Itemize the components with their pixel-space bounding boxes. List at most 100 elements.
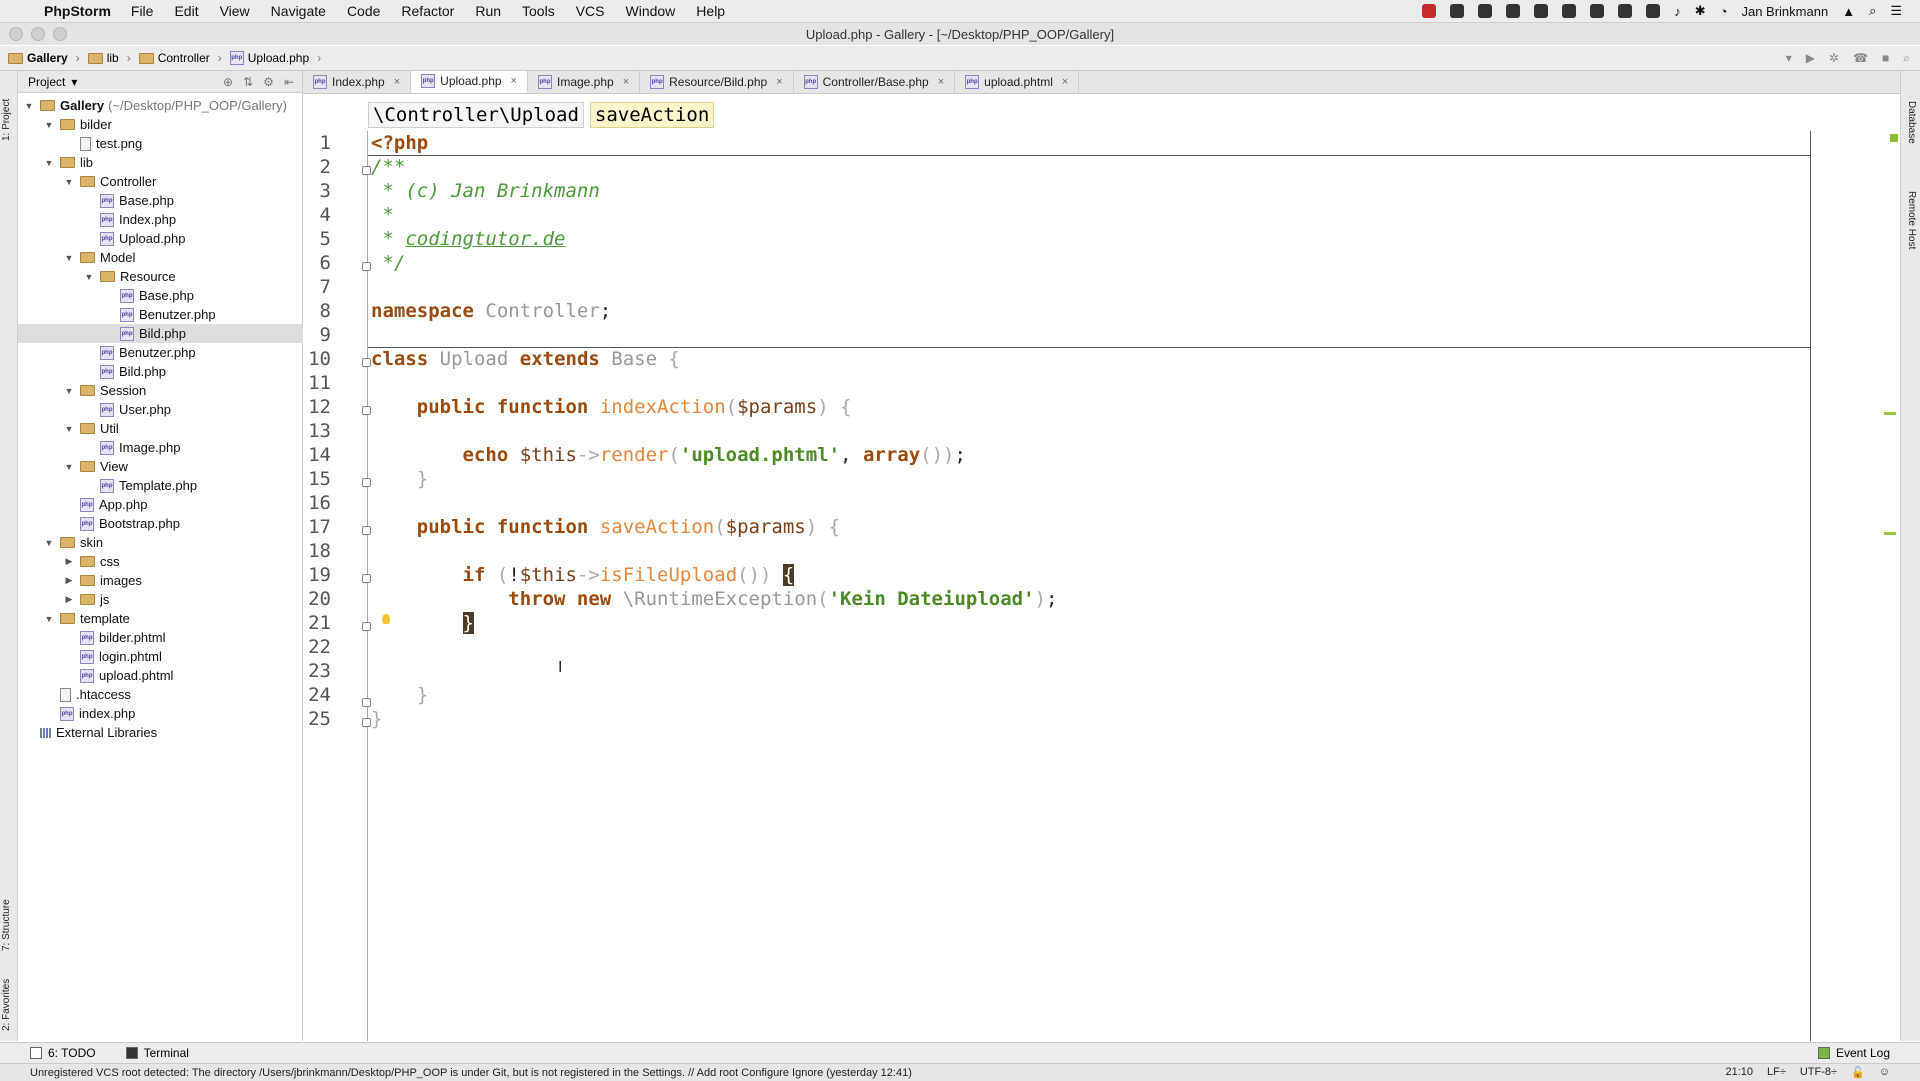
menu-code[interactable]: Code	[347, 3, 380, 19]
close-icon[interactable]: ×	[511, 75, 517, 87]
menu-tools[interactable]: Tools	[522, 3, 555, 19]
chevron-down-icon[interactable]: ▼	[64, 177, 74, 187]
editor-tab[interactable]: php Upload.php ×	[411, 71, 528, 93]
hector-icon[interactable]: ☺	[1879, 1066, 1890, 1079]
tree-item[interactable]: ▶ images	[64, 571, 142, 590]
fold-marker-icon[interactable]	[362, 262, 371, 271]
tree-item[interactable]: php Benutzer.php	[104, 305, 216, 324]
favorites-toolwindow-tab[interactable]: 2: Favorites	[1, 979, 12, 1031]
tree-item[interactable]: php index.php	[44, 704, 135, 723]
chevron-down-icon[interactable]: ▼	[24, 101, 34, 111]
menu-refactor[interactable]: Refactor	[401, 3, 454, 19]
app-menu[interactable]: PhpStorm	[44, 3, 111, 19]
line-number[interactable]: 7	[303, 275, 331, 299]
tree-item[interactable]: php User.php	[84, 400, 171, 419]
tree-item[interactable]: .htaccess	[44, 685, 131, 704]
scroll-from-source-icon[interactable]: ⊕	[223, 75, 233, 89]
tree-item[interactable]: ▶ css	[64, 552, 120, 571]
tree-item[interactable]: ▼ lib	[44, 153, 93, 172]
line-number[interactable]: 6	[303, 251, 331, 275]
menu-window[interactable]: Window	[626, 3, 676, 19]
record-icon[interactable]	[1422, 4, 1437, 18]
editor-tab[interactable]: php Resource/Bild.php ×	[640, 71, 794, 93]
line-number[interactable]: 3	[303, 179, 331, 203]
sync-icon[interactable]	[1478, 4, 1493, 18]
evernote-icon[interactable]	[1618, 4, 1633, 18]
project-toolwindow-tab[interactable]: 1: Project	[1, 99, 12, 141]
bluetooth-icon[interactable]: ✱	[1695, 3, 1706, 19]
line-number[interactable]: 13	[303, 419, 331, 443]
chevron-right-icon[interactable]: ▶	[64, 556, 74, 567]
tree-item[interactable]: ▼ Controller	[64, 172, 157, 191]
fold-marker-icon[interactable]	[362, 574, 371, 583]
line-number[interactable]: 20	[303, 587, 331, 611]
editor-tab[interactable]: php Image.php ×	[528, 71, 641, 93]
tree-item[interactable]: ▼ template	[44, 609, 130, 628]
fold-marker-icon[interactable]	[362, 718, 371, 727]
tree-item[interactable]: php Index.php	[84, 210, 176, 229]
line-number[interactable]: 21	[303, 611, 331, 635]
lock-icon[interactable]: 🔓	[1851, 1066, 1865, 1079]
menu-file[interactable]: File	[131, 3, 154, 19]
airplay-icon[interactable]: ▲	[1842, 4, 1855, 19]
event-log-tab[interactable]: Event Log	[1817, 1046, 1890, 1060]
scroll-marker[interactable]	[1884, 532, 1896, 535]
fold-marker-icon[interactable]	[362, 622, 371, 631]
line-separator[interactable]: LF÷	[1767, 1066, 1786, 1079]
close-icon[interactable]: ×	[1062, 76, 1068, 88]
tree-item[interactable]: php Base.php	[84, 191, 174, 210]
line-number[interactable]: 1	[303, 131, 331, 155]
chevron-down-icon[interactable]: ▼	[64, 424, 74, 434]
tree-item[interactable]: php Bootstrap.php	[64, 514, 180, 533]
fold-marker-icon[interactable]	[362, 406, 371, 415]
tree-root[interactable]: ▼ Gallery (~/Desktop/PHP_OOP/Gallery)	[24, 96, 287, 115]
volume-icon[interactable]: ♪	[1674, 4, 1681, 19]
tree-item[interactable]: External Libraries	[24, 723, 157, 742]
line-number[interactable]: 14	[303, 443, 331, 467]
line-number[interactable]: 11	[303, 371, 331, 395]
notifications-icon[interactable]: ☰	[1890, 3, 1902, 19]
tree-item[interactable]: php Bild.php	[84, 362, 166, 381]
tree-item[interactable]: ▼ Util	[64, 419, 119, 438]
todo-tab[interactable]: 6: TODO	[30, 1046, 96, 1060]
search-icon[interactable]: ⌕	[1903, 51, 1910, 66]
editor-tab[interactable]: php upload.phtml ×	[955, 71, 1080, 93]
line-number[interactable]: 2	[303, 155, 331, 179]
fold-marker-icon[interactable]	[362, 166, 371, 175]
project-view-selector[interactable]: Project	[28, 75, 65, 89]
structure-toolwindow-tab[interactable]: 7: Structure	[1, 899, 12, 951]
chevron-down-icon[interactable]: ▾	[71, 75, 77, 89]
chevron-down-icon[interactable]: ▼	[84, 272, 94, 282]
menu-run[interactable]: Run	[475, 3, 501, 19]
tree-item[interactable]: ▼ bilder	[44, 115, 112, 134]
scroll-marker[interactable]	[1884, 412, 1896, 415]
chevron-down-icon[interactable]: ▼	[64, 253, 74, 263]
fold-marker-icon[interactable]	[362, 478, 371, 487]
editor-tab[interactable]: php Index.php ×	[303, 71, 412, 93]
run-config-dropdown[interactable]: ▾	[1786, 51, 1792, 65]
listen-debug-icon[interactable]: ☎	[1853, 51, 1868, 65]
close-icon[interactable]: ×	[394, 76, 400, 88]
close-icon[interactable]: ×	[776, 76, 782, 88]
shield-icon[interactable]	[1646, 4, 1661, 18]
menu-vcs[interactable]: VCS	[576, 3, 605, 19]
save-icon[interactable]	[1562, 4, 1577, 18]
time-machine-icon[interactable]: ◔	[1720, 4, 1728, 19]
tree-item[interactable]: ▶ js	[64, 590, 110, 609]
run-icon[interactable]: ▶	[1806, 51, 1815, 65]
tree-item[interactable]: ▼ Model	[64, 248, 136, 267]
tree-item[interactable]: php Image.php	[84, 438, 180, 457]
info-icon[interactable]	[1534, 4, 1549, 18]
line-number[interactable]: 9	[303, 323, 331, 347]
tree-item[interactable]: ▼ Resource	[84, 267, 176, 286]
line-number[interactable]: 16	[303, 491, 331, 515]
status-message[interactable]: Unregistered VCS root detected: The dire…	[30, 1067, 912, 1079]
terminal-tab[interactable]: Terminal	[125, 1046, 189, 1060]
database-toolwindow-tab[interactable]: Database	[1906, 101, 1917, 144]
line-number[interactable]: 22	[303, 635, 331, 659]
tree-item[interactable]: php upload.phtml	[64, 666, 173, 685]
lightbulb-icon[interactable]	[382, 614, 390, 624]
menu-edit[interactable]: Edit	[174, 3, 198, 19]
tree-item[interactable]: php Benutzer.php	[84, 343, 196, 362]
inspection-status-icon[interactable]	[1890, 134, 1898, 142]
